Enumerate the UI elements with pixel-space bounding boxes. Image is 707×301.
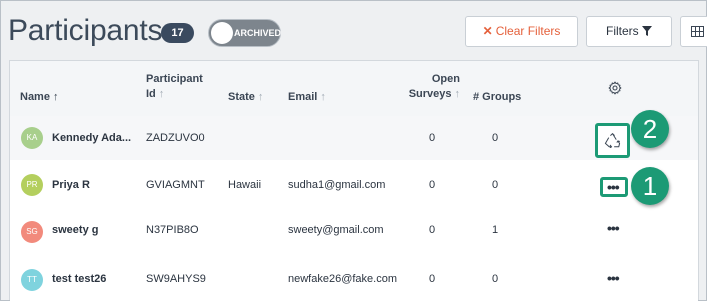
more-dots-icon[interactable]: ••• — [607, 271, 620, 285]
recycle-button[interactable] — [595, 123, 630, 158]
participant-email: sudha1@gmail.com — [288, 179, 386, 191]
groups-count: 0 — [492, 179, 499, 191]
column-email-label: Email — [288, 91, 318, 103]
column-header-email[interactable]: Email ↑ — [288, 90, 326, 105]
close-icon: ✕ — [482, 24, 493, 38]
archived-toggle-label: ARCHIVED — [234, 28, 282, 38]
sort-arrow-icon: ↑ — [257, 91, 264, 103]
participant-email: newfake26@fake.com — [288, 273, 398, 285]
groups-count: 0 — [492, 273, 499, 285]
column-state-label: State — [228, 91, 255, 103]
participant-id: GVIAGMNT — [146, 179, 205, 191]
avatar: PR — [21, 174, 43, 196]
column-header-open-surveys[interactable]: Open Surveys ↑ — [400, 72, 460, 102]
open-surveys-count: 0 — [429, 224, 436, 236]
groups-count: 1 — [492, 224, 499, 236]
column-participant-id-label-1: Participant — [146, 73, 203, 85]
columns-button[interactable] — [680, 16, 707, 47]
participant-count-badge: 17 — [161, 23, 194, 43]
participant-id: N37PIB8O — [146, 224, 199, 236]
participant-name[interactable]: test test26 — [52, 273, 106, 285]
participant-id: ZADZUVO0 — [146, 132, 205, 144]
participant-name[interactable]: Kennedy Ada... — [52, 132, 131, 144]
step-callout-1-marker: 1 — [631, 167, 669, 205]
clear-filters-button[interactable]: ✕ Clear Filters — [465, 16, 578, 47]
participant-name[interactable]: Priya R — [52, 179, 90, 191]
participants-table: Name ↑ Participant Id ↑ State ↑ Email ↑ Open… — [9, 60, 699, 301]
participant-id: SW9AHYS9 — [146, 273, 206, 285]
participant-email: sweety@gmail.com — [288, 224, 384, 236]
column-header-participant-id[interactable]: Participant Id ↑ — [146, 72, 203, 102]
recycle-icon — [604, 133, 621, 148]
step-callout-2: 2 — [631, 110, 669, 148]
column-open-surveys-label-1: Open — [431, 73, 460, 85]
sort-arrow-icon: ↑ — [320, 91, 326, 103]
filters-label: Filters — [605, 24, 639, 38]
clear-filters-label: Clear Filters — [495, 24, 561, 38]
gear-icon[interactable] — [608, 81, 622, 95]
groups-count: 0 — [492, 132, 499, 144]
column-name-label: Name — [20, 91, 50, 103]
sort-arrow-icon: ↑ — [158, 88, 165, 100]
column-participant-id-label-2: Id — [146, 88, 156, 100]
table-row[interactable]: SG sweety g N37PIB8O sweety@gmail.com 0 … — [10, 209, 698, 256]
sort-arrow-icon: ↑ — [454, 88, 461, 100]
more-dots-icon: ••• — [607, 179, 620, 195]
column-header-name[interactable]: Name ↑ — [20, 90, 58, 105]
sort-arrow-icon: ↑ — [52, 91, 59, 103]
column-open-surveys-label-2: Surveys — [408, 88, 452, 100]
participant-name[interactable]: sweety g — [52, 224, 98, 236]
table-row[interactable]: TT test test26 SW9AHYS9 newfake26@fake.c… — [10, 255, 698, 301]
filter-funnel-icon — [642, 26, 652, 36]
more-dots-icon[interactable]: ••• — [607, 221, 620, 235]
column-header-groups[interactable]: # Groups — [473, 90, 521, 105]
avatar: SG — [21, 221, 43, 243]
table-row[interactable]: PR Priya R GVIAGMNT Hawaii sudha1@gmail.… — [10, 160, 698, 210]
grid-icon — [691, 26, 704, 37]
toggle-knob — [211, 22, 233, 44]
open-surveys-count: 0 — [429, 273, 436, 285]
participant-state: Hawaii — [228, 179, 262, 191]
column-groups-label: # Groups — [473, 91, 522, 103]
filters-button[interactable]: Filters — [586, 16, 672, 47]
open-surveys-count: 0 — [429, 132, 436, 144]
avatar: KA — [21, 127, 43, 149]
page-title: Participants — [8, 14, 163, 47]
more-options-button[interactable]: ••• — [600, 177, 628, 197]
table-header: Name ↑ Participant Id ↑ State ↑ Email ↑ Open… — [10, 61, 698, 117]
open-surveys-count: 0 — [429, 179, 436, 191]
avatar: TT — [21, 269, 43, 291]
column-header-state[interactable]: State ↑ — [228, 90, 263, 105]
archived-toggle[interactable]: ARCHIVED — [208, 19, 281, 47]
